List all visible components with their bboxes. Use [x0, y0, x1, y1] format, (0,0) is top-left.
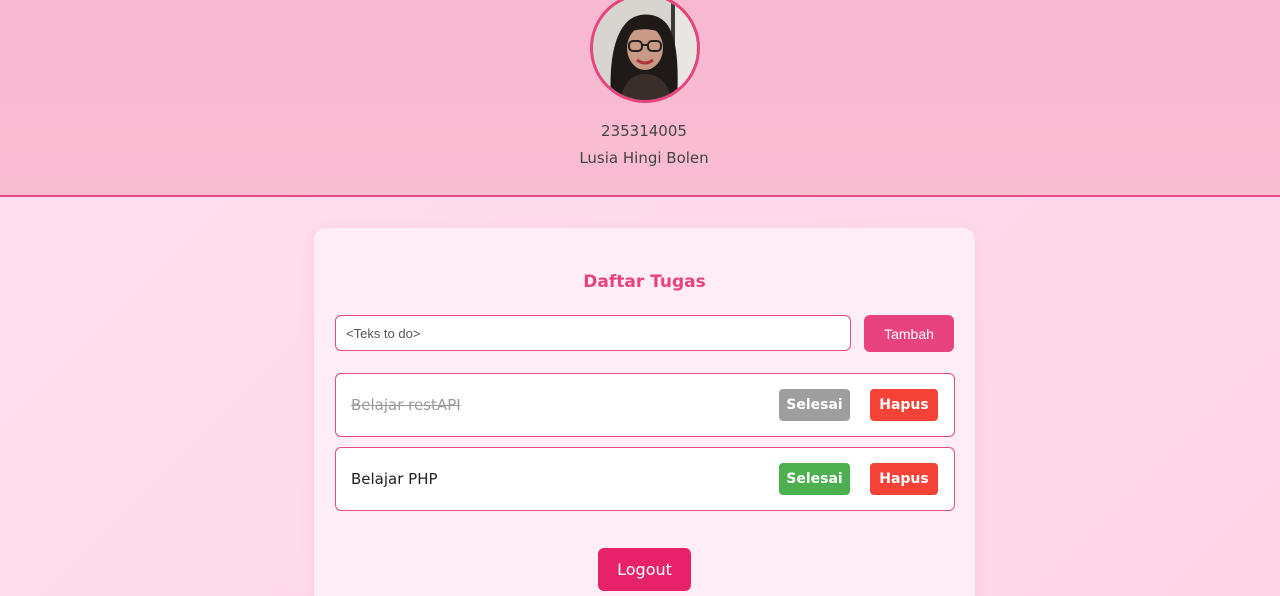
complete-task-button[interactable]: Selesai: [779, 389, 850, 421]
profile-photo: [593, 0, 697, 100]
delete-task-button[interactable]: Hapus: [870, 463, 938, 495]
complete-task-button[interactable]: Selesai: [779, 463, 850, 495]
task-text: Belajar restAPI: [351, 396, 461, 414]
task-item: Belajar PHP Selesai Hapus: [335, 447, 955, 511]
student-name: Lusia Hingi Bolen: [579, 149, 709, 167]
avatar: [590, 0, 700, 103]
task-text: Belajar PHP: [351, 470, 438, 488]
todo-card: Daftar Tugas Tambah Belajar restAPI Sele…: [314, 228, 975, 596]
student-id: 235314005: [601, 122, 687, 140]
logout-button[interactable]: Logout: [598, 548, 691, 591]
todo-text-input[interactable]: [335, 315, 851, 351]
profile-header: 235314005 Lusia Hingi Bolen: [0, 0, 1280, 197]
task-item: Belajar restAPI Selesai Hapus: [335, 373, 955, 437]
delete-task-button[interactable]: Hapus: [870, 389, 938, 421]
card-title: Daftar Tugas: [583, 272, 706, 292]
add-task-button[interactable]: Tambah: [864, 315, 954, 352]
